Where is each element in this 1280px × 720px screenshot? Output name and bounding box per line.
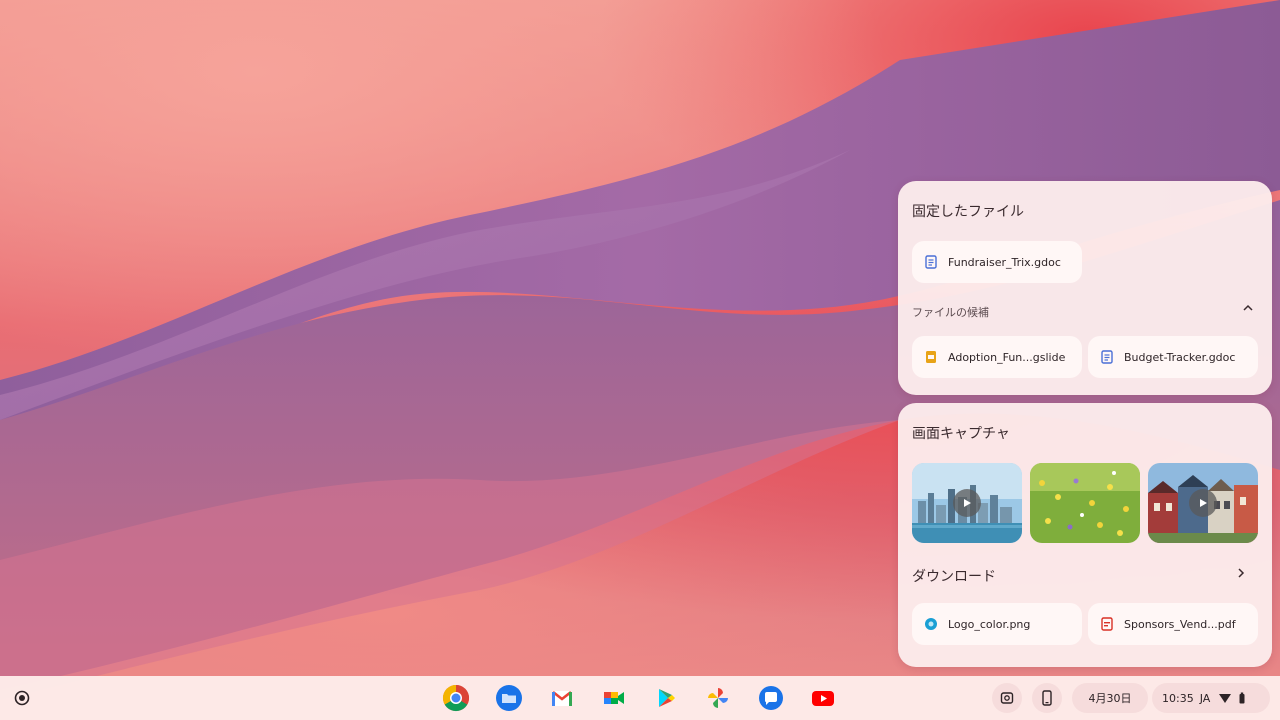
pinned-files-title: 固定したファイル bbox=[912, 204, 1024, 220]
suggested-file-chip[interactable]: Budget-Tracker.gdoc bbox=[1088, 336, 1258, 378]
play-icon bbox=[953, 489, 981, 517]
time-label: 10:35 bbox=[1162, 691, 1194, 705]
gmail-app-button[interactable] bbox=[547, 683, 577, 713]
ime-label: JA bbox=[1199, 691, 1211, 705]
downloads-title: ダウンロード bbox=[912, 569, 996, 585]
play-icon bbox=[1189, 489, 1217, 517]
play-store-icon bbox=[659, 689, 675, 707]
photos-icon bbox=[708, 688, 728, 708]
file-name: Adoption_Fun...gslide bbox=[948, 350, 1066, 364]
screen-captures-panel: 画面キャプチャ ダウンロード Logo_color.png Sponsors_V… bbox=[898, 403, 1272, 667]
docs-icon bbox=[1100, 350, 1114, 364]
pdf-icon bbox=[1100, 617, 1114, 631]
screen-capture-thumbnail[interactable] bbox=[912, 463, 1022, 543]
youtube-app-button[interactable] bbox=[808, 683, 838, 713]
screen-capture-thumbnail[interactable] bbox=[1030, 463, 1140, 543]
youtube-icon bbox=[812, 691, 834, 706]
download-file-chip[interactable]: Sponsors_Vend...pdf bbox=[1088, 603, 1258, 645]
screen-captures-title: 画面キャプチャ bbox=[912, 426, 1010, 442]
battery-icon bbox=[1239, 692, 1245, 704]
date-label: 4月30日 bbox=[1088, 692, 1132, 705]
suggested-files-title: ファイルの候補 bbox=[912, 306, 989, 319]
launcher-button[interactable] bbox=[10, 686, 34, 710]
download-file-chip[interactable]: Logo_color.png bbox=[912, 603, 1082, 645]
phone-icon bbox=[1042, 690, 1052, 706]
pinned-file-chip[interactable]: Fundraiser_Trix.gdoc bbox=[912, 241, 1082, 283]
photos-app-button[interactable] bbox=[703, 683, 733, 713]
play-store-app-button[interactable] bbox=[651, 683, 681, 713]
files-app-button[interactable] bbox=[494, 683, 524, 713]
chevron-right-icon[interactable] bbox=[1236, 567, 1246, 582]
wifi-icon bbox=[1219, 694, 1232, 703]
files-icon bbox=[496, 685, 522, 711]
file-name: Fundraiser_Trix.gdoc bbox=[948, 255, 1061, 269]
image-file-icon bbox=[924, 617, 938, 631]
meet-icon bbox=[604, 692, 624, 704]
chevron-up-icon[interactable] bbox=[1242, 302, 1254, 316]
file-name: Logo_color.png bbox=[948, 617, 1031, 631]
launcher-icon bbox=[14, 690, 30, 706]
file-name: Sponsors_Vend...pdf bbox=[1124, 617, 1236, 631]
file-name: Budget-Tracker.gdoc bbox=[1124, 350, 1236, 364]
meet-app-button[interactable] bbox=[599, 683, 629, 713]
date-tray-button[interactable]: 4月30日 bbox=[1072, 683, 1148, 713]
slides-icon bbox=[924, 350, 938, 364]
pinned-files-panel: 固定したファイル Fundraiser_Trix.gdoc ファイルの候補 Ad… bbox=[898, 181, 1272, 395]
phone-hub-button[interactable] bbox=[1032, 683, 1062, 713]
chrome-app-button[interactable] bbox=[441, 683, 471, 713]
tote-button[interactable] bbox=[992, 683, 1022, 713]
messages-app-button[interactable] bbox=[756, 683, 786, 713]
gmail-icon bbox=[552, 690, 572, 706]
screen-capture-thumbnail[interactable] bbox=[1148, 463, 1258, 543]
status-area-button[interactable]: 10:35 JA bbox=[1152, 683, 1270, 713]
docs-icon bbox=[924, 255, 938, 269]
tote-icon bbox=[1000, 692, 1014, 704]
shelf: 4月30日 10:35 JA bbox=[0, 676, 1280, 720]
messages-icon bbox=[759, 686, 783, 710]
suggested-file-chip[interactable]: Adoption_Fun...gslide bbox=[912, 336, 1082, 378]
chrome-icon bbox=[442, 684, 470, 712]
